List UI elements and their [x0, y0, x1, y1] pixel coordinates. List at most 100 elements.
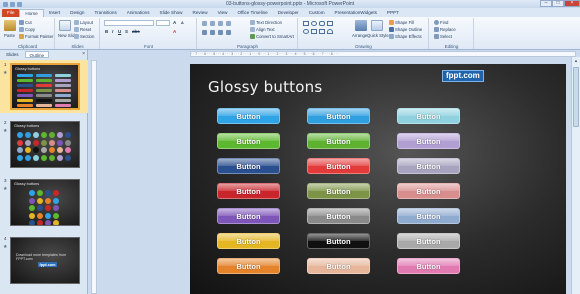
glossy-button[interactable]: Button: [217, 133, 280, 149]
strikethrough-button[interactable]: abc: [132, 29, 140, 34]
tab-design[interactable]: Design: [65, 9, 89, 17]
maximize-button[interactable]: □: [552, 0, 564, 7]
glossy-button[interactable]: Button: [217, 258, 280, 274]
text-direction-button[interactable]: Text Direction: [250, 20, 282, 25]
paste-button[interactable]: Paste: [4, 33, 15, 38]
close-pane-icon[interactable]: ×: [82, 51, 85, 57]
font-color-icon[interactable]: A: [173, 29, 176, 34]
glossy-button[interactable]: Button: [397, 208, 460, 224]
tab-slides[interactable]: Slides: [2, 51, 23, 58]
tab-pppt[interactable]: PPPT: [382, 9, 404, 17]
quick-styles-icon[interactable]: [371, 20, 383, 31]
glossy-button[interactable]: Button: [217, 183, 280, 199]
shape-outline-button[interactable]: Shape Outline: [389, 27, 422, 32]
shrink-font-icon[interactable]: A: [181, 21, 184, 25]
tab-view[interactable]: View: [213, 9, 233, 17]
tab-outline[interactable]: Outline: [24, 51, 50, 58]
shape-fill-button[interactable]: Shape Fill: [389, 20, 414, 25]
copy-button[interactable]: Copy: [19, 27, 35, 32]
current-slide[interactable]: Glossy buttons fppt.com Button Button Butt…: [190, 64, 566, 294]
tab-transitions[interactable]: Transitions: [89, 9, 121, 17]
rounded-rect-shape-icon[interactable]: [319, 21, 325, 26]
glossy-button[interactable]: Button: [397, 108, 460, 124]
glossy-button[interactable]: Button: [397, 183, 460, 199]
glossy-button[interactable]: Button: [217, 208, 280, 224]
align-center-icon[interactable]: [210, 30, 215, 35]
increase-indent-icon[interactable]: [226, 21, 231, 26]
rectangle-shape-icon[interactable]: [303, 21, 309, 26]
slide-thumbnail-4[interactable]: 4 ★ Download more templates from FPPT.co…: [0, 234, 88, 287]
select-button[interactable]: Select: [434, 34, 452, 39]
slide-thumbnail-2[interactable]: 2 ★ Glossy buttons: [0, 118, 88, 171]
arrange-button[interactable]: Arrange: [352, 33, 367, 38]
shape-effects-button[interactable]: Shape Effects: [389, 34, 422, 39]
tab-insert[interactable]: Insert: [44, 9, 66, 17]
tab-review[interactable]: Review: [188, 9, 213, 17]
glossy-button[interactable]: Button: [217, 108, 280, 124]
scrollbar-thumb[interactable]: [573, 67, 579, 127]
tab-slide-show[interactable]: Slide Show: [155, 9, 188, 17]
glossy-button[interactable]: Button: [217, 233, 280, 249]
font-name-select[interactable]: [104, 20, 154, 26]
new-slide-icon[interactable]: [59, 20, 71, 31]
numbering-icon[interactable]: [210, 21, 215, 26]
glossy-button[interactable]: Button: [307, 258, 370, 274]
section-button[interactable]: Section: [74, 34, 94, 39]
layout-button[interactable]: Layout: [74, 20, 93, 25]
glossy-button[interactable]: Button: [397, 233, 460, 249]
line-shape-icon[interactable]: [327, 21, 333, 26]
quick-styles-button[interactable]: Quick Styles: [367, 33, 391, 38]
glossy-button[interactable]: Button: [397, 158, 460, 174]
arrange-icon[interactable]: [355, 20, 367, 31]
glossy-button[interactable]: Button: [307, 108, 370, 124]
grow-font-icon[interactable]: A: [173, 20, 176, 25]
find-button[interactable]: Find: [434, 20, 448, 25]
replace-button[interactable]: Replace: [434, 27, 456, 32]
arrow-shape-icon[interactable]: [311, 29, 317, 34]
thumbnail-title: Download more templates from FPPT.com: [16, 253, 66, 261]
underline-button[interactable]: U: [118, 29, 121, 34]
callout-shape-icon[interactable]: [327, 29, 333, 34]
oval-shape-icon[interactable]: [311, 21, 317, 26]
reset-button[interactable]: Reset: [74, 27, 91, 32]
glossy-button[interactable]: Button: [307, 208, 370, 224]
tab-animations[interactable]: Animations: [122, 9, 155, 17]
slide-thumbnail-3[interactable]: 3 ★ Glossy buttons: [0, 176, 88, 229]
tab-custom[interactable]: Custom: [304, 9, 330, 17]
circle-shape-icon[interactable]: [303, 29, 309, 34]
slide-thumbnail-1[interactable]: 1 ★ Glossy buttons: [0, 60, 88, 113]
glossy-button[interactable]: Button: [307, 158, 370, 174]
glossy-button[interactable]: Button: [217, 158, 280, 174]
bold-button[interactable]: B: [105, 29, 108, 34]
star-shape-icon[interactable]: [319, 29, 325, 34]
justify-icon[interactable]: [226, 30, 231, 35]
format-painter-button[interactable]: Format Painter: [19, 34, 53, 39]
slide-title[interactable]: Glossy buttons: [208, 78, 322, 96]
convert-smartart-button[interactable]: Convert to SmartArt: [250, 34, 294, 39]
glossy-button[interactable]: Button: [397, 258, 460, 274]
align-right-icon[interactable]: [218, 30, 223, 35]
align-left-icon[interactable]: [202, 30, 207, 35]
align-text-button[interactable]: Align Text: [250, 27, 275, 32]
glossy-button[interactable]: Button: [307, 133, 370, 149]
bullets-icon[interactable]: [202, 21, 207, 26]
minimize-button[interactable]: –: [540, 0, 552, 7]
vertical-scrollbar[interactable]: ▲: [571, 57, 580, 294]
decrease-indent-icon[interactable]: [218, 21, 223, 26]
font-size-select[interactable]: [156, 20, 170, 26]
tab-presentationwidgets[interactable]: PresentationWidgets: [330, 9, 382, 17]
glossy-button[interactable]: Button: [397, 133, 460, 149]
tab-file[interactable]: File: [2, 9, 20, 17]
paste-icon[interactable]: [4, 20, 16, 31]
scroll-up-icon[interactable]: ▲: [572, 57, 580, 64]
glossy-button[interactable]: Button: [307, 183, 370, 199]
italic-button[interactable]: I: [112, 29, 113, 34]
mini-button: [55, 83, 71, 88]
cut-button[interactable]: Cut: [19, 20, 32, 25]
tab-developer[interactable]: Developer: [273, 9, 304, 17]
tab-home[interactable]: Home: [19, 9, 44, 17]
shadow-button[interactable]: S: [125, 29, 128, 34]
close-button[interactable]: ×: [564, 0, 580, 7]
tab-office-timeline[interactable]: Office Timeline: [232, 9, 272, 17]
glossy-button[interactable]: Button: [307, 233, 370, 249]
